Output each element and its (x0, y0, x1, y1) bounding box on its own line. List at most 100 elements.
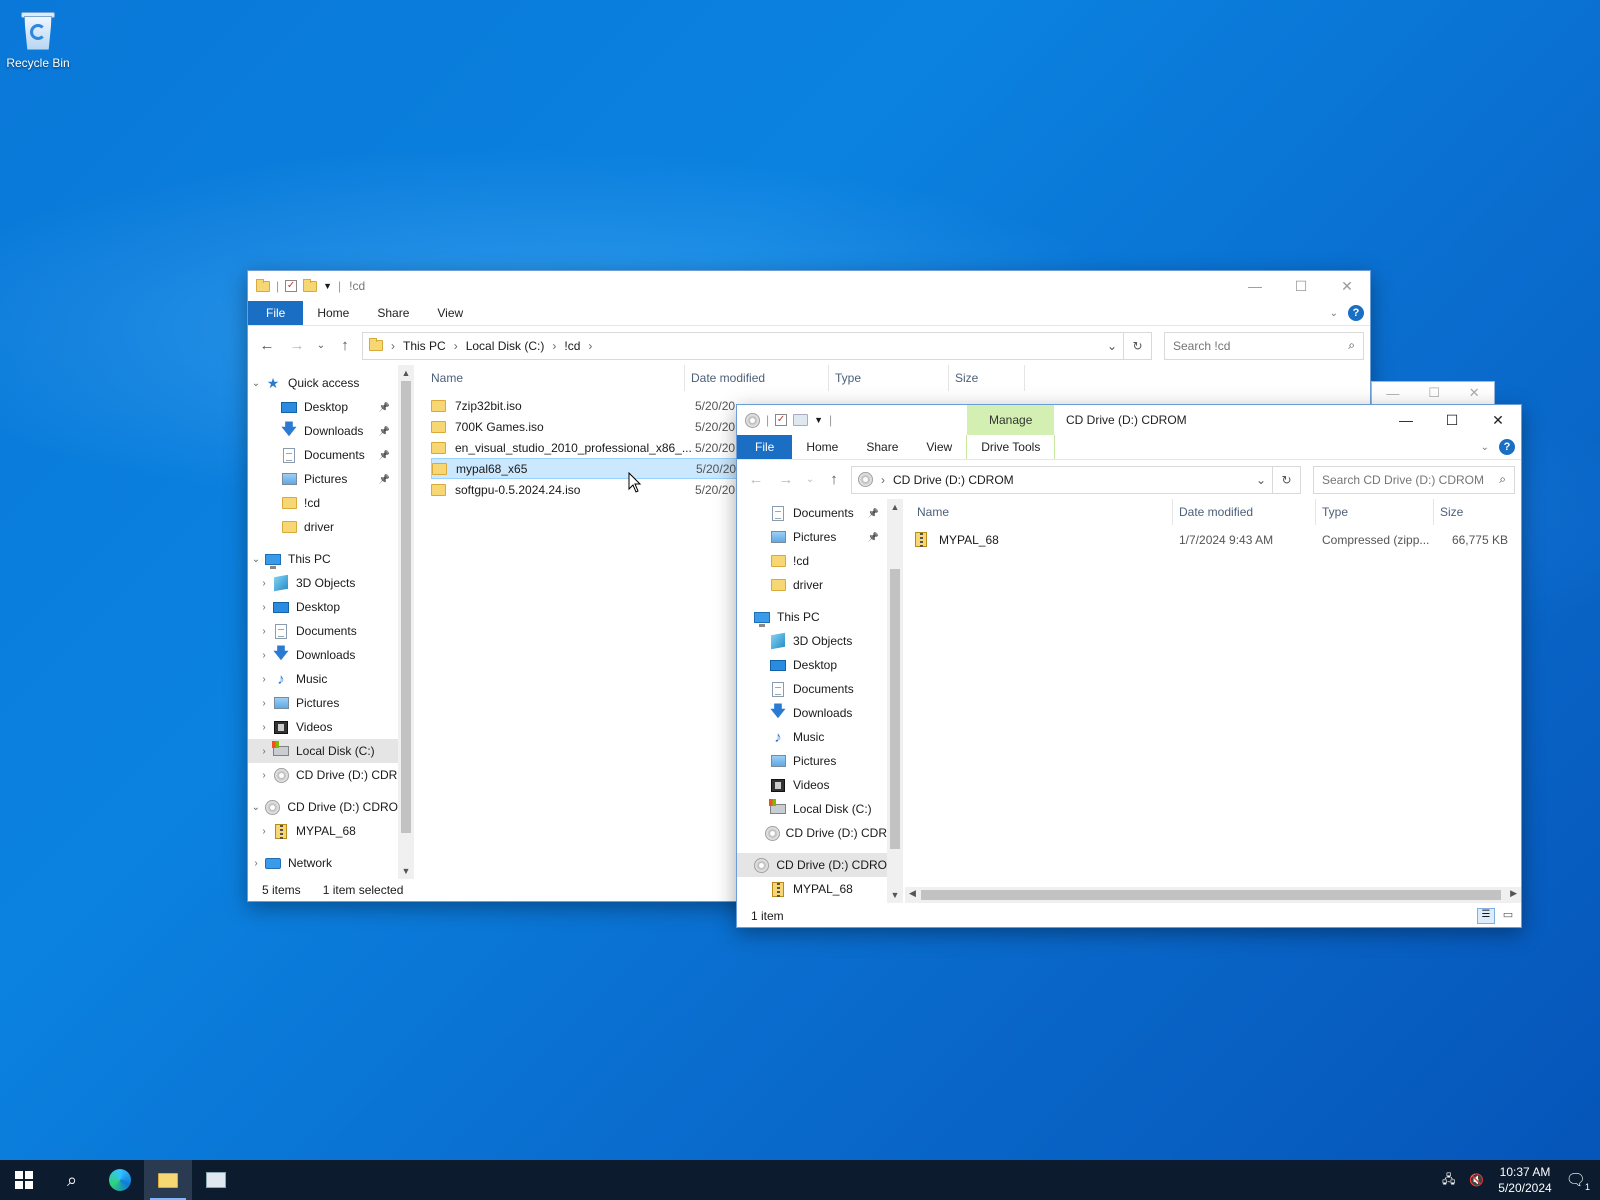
nav-item[interactable]: Pictures 📌 (737, 525, 887, 549)
nav-item[interactable]: !cd (248, 491, 398, 515)
nav-item[interactable]: › CD Drive (D:) CDR (248, 763, 398, 787)
nav-item[interactable]: Pictures 📌 (248, 467, 398, 491)
expand-ribbon-icon[interactable]: ⌄ (1330, 308, 1338, 319)
up-arrow-icon[interactable]: ↑ (821, 471, 847, 488)
column-size[interactable]: Size (1434, 499, 1511, 525)
maximize-button[interactable]: ☐ (1278, 271, 1324, 301)
column-type[interactable]: Type (1316, 499, 1434, 525)
minimize-button[interactable]: — (1383, 405, 1429, 435)
nav-item[interactable]: Pictures (737, 749, 887, 773)
search-box[interactable]: ⌕ (1164, 331, 1364, 360)
close-button[interactable]: ✕ (1475, 405, 1521, 435)
network-icon[interactable]: 🖧 (1442, 1170, 1455, 1191)
tab-view[interactable]: View (423, 301, 477, 325)
search-input[interactable] (1322, 472, 1506, 487)
scroll-up-icon[interactable]: ▲ (887, 499, 903, 515)
nav-item[interactable]: › MYPAL_68 (248, 819, 398, 843)
breadcrumb-cd-drive[interactable]: CD Drive (D:) CDROM (893, 473, 1014, 487)
nav-item[interactable]: Local Disk (C:) (737, 797, 887, 821)
nav-item[interactable]: › Local Disk (C:) (248, 739, 398, 763)
chevron-right-icon[interactable]: › (256, 826, 272, 837)
column-date[interactable]: Date modified (1173, 499, 1316, 525)
title-bar[interactable]: | ✓ ▼ | !cd — ☐ ✕ (248, 271, 1370, 301)
volume-muted-icon[interactable]: 🔇 (1469, 1173, 1484, 1187)
nav-item[interactable]: › Network (248, 851, 398, 875)
address-bar[interactable]: › CD Drive (D:) CDROM ⌄ ↻ (851, 465, 1301, 494)
file-explorer-taskbar-button[interactable] (144, 1160, 192, 1200)
nav-item[interactable]: › ♪ Music (248, 667, 398, 691)
nav-item[interactable]: Desktop (737, 653, 887, 677)
chevron-down-icon[interactable]: ⌄ (248, 554, 264, 565)
nav-scrollbar[interactable]: ▲ ▼ (398, 365, 414, 879)
search-input[interactable] (1173, 338, 1355, 353)
nav-item[interactable]: This PC (737, 605, 887, 629)
tab-share[interactable]: Share (363, 301, 423, 325)
navigation-pane[interactable]: ⌄ ★ Quick access Desktop 📌 🡇 Downloads 📌 Documen… (248, 365, 398, 879)
nav-item[interactable]: 🡇 Downloads (737, 701, 887, 725)
nav-item[interactable]: Videos (737, 773, 887, 797)
column-date[interactable]: Date modified (685, 365, 829, 391)
horizontal-scrollbar[interactable]: ◀ ▶ (905, 887, 1521, 903)
breadcrumb-cd-folder[interactable]: !cd (564, 339, 580, 353)
help-icon[interactable]: ? (1499, 439, 1515, 455)
chevron-right-icon[interactable]: › (256, 578, 272, 589)
recent-locations-icon[interactable]: ⌄ (314, 340, 328, 351)
forward-arrow-icon[interactable]: → (773, 471, 799, 488)
minimize-button[interactable]: — (1232, 271, 1278, 301)
chevron-right-icon[interactable]: › (256, 674, 272, 685)
chevron-right-icon[interactable]: › (256, 722, 272, 733)
chevron-down-icon[interactable]: ⌄ (248, 802, 264, 813)
nav-item[interactable]: 3D Objects (737, 629, 887, 653)
nav-item[interactable]: Documents (737, 677, 887, 701)
breadcrumb-this-pc[interactable]: This PC (403, 339, 446, 353)
large-icons-view-icon[interactable]: ▭ (1499, 908, 1517, 924)
new-folder-icon[interactable] (303, 278, 318, 292)
breadcrumb-local-disk[interactable]: Local Disk (C:) (466, 339, 545, 353)
nav-scrollbar[interactable]: ▲ ▼ (887, 499, 903, 903)
nav-item[interactable]: ♪ Music (737, 725, 887, 749)
up-arrow-icon[interactable]: ↑ (332, 337, 358, 354)
column-type[interactable]: Type (829, 365, 949, 391)
chevron-right-icon[interactable]: › (256, 698, 272, 709)
chevron-down-icon[interactable]: ⌄ (248, 378, 264, 389)
nav-item[interactable]: !cd (737, 549, 887, 573)
scroll-right-icon[interactable]: ▶ (1510, 888, 1517, 899)
tab-view[interactable]: View (912, 435, 966, 459)
tab-file[interactable]: File (248, 301, 304, 325)
nav-item[interactable]: › Desktop (248, 595, 398, 619)
chevron-right-icon[interactable]: › (256, 770, 272, 781)
chevron-right-icon[interactable]: › (256, 746, 272, 757)
back-arrow-icon[interactable]: ← (743, 471, 769, 488)
close-button[interactable]: ✕ (1324, 271, 1370, 301)
tab-drive-tools[interactable]: Drive Tools (966, 435, 1056, 459)
search-button[interactable]: ⌕ (48, 1160, 96, 1200)
nav-item[interactable]: CD Drive (D:) CDRO (737, 853, 887, 877)
scroll-up-icon[interactable]: ▲ (398, 365, 414, 381)
manage-context-tab[interactable]: Manage (967, 405, 1055, 435)
tab-home[interactable]: Home (303, 301, 363, 325)
nav-item[interactable]: ⌄ CD Drive (D:) CDRO (248, 795, 398, 819)
column-name[interactable]: Name (425, 365, 685, 391)
nav-item[interactable]: 🡇 Downloads 📌 (248, 419, 398, 443)
address-dropdown-icon[interactable]: ⌄ (1256, 473, 1266, 487)
chevron-right-icon[interactable]: › (256, 626, 272, 637)
notifications-button[interactable]: 🗨 1 (1566, 1170, 1590, 1192)
properties-icon[interactable]: ✓ (775, 414, 788, 426)
nav-item[interactable]: Documents 📌 (248, 443, 398, 467)
details-view-icon[interactable]: ☰ (1477, 908, 1495, 924)
tab-file[interactable]: File (737, 435, 793, 459)
scroll-down-icon[interactable]: ▼ (887, 887, 903, 903)
search-box[interactable]: ⌕ (1313, 465, 1515, 494)
expand-ribbon-icon[interactable]: ⌄ (1481, 442, 1489, 453)
nav-item[interactable]: Documents 📌 (737, 501, 887, 525)
control-panel-taskbar-button[interactable] (192, 1160, 240, 1200)
file-row[interactable]: MYPAL_68 1/7/2024 9:43 AM Compressed (zipp… (915, 529, 1515, 550)
recent-locations-icon[interactable]: ⌄ (803, 474, 817, 485)
navigation-pane[interactable]: Documents 📌 Pictures 📌 !cd driver This PC 3D Ob… (737, 499, 887, 903)
new-folder-icon[interactable] (793, 414, 809, 426)
nav-item[interactable]: › Documents (248, 619, 398, 643)
tab-home[interactable]: Home (792, 435, 852, 459)
clock[interactable]: 10:37 AM 5/20/2024 (1498, 1164, 1551, 1196)
properties-icon[interactable]: ✓ (285, 280, 298, 292)
title-bar[interactable]: | ✓ ▼ | Manage CD Drive (D:) CDROM — ☐ ✕ (737, 405, 1521, 435)
